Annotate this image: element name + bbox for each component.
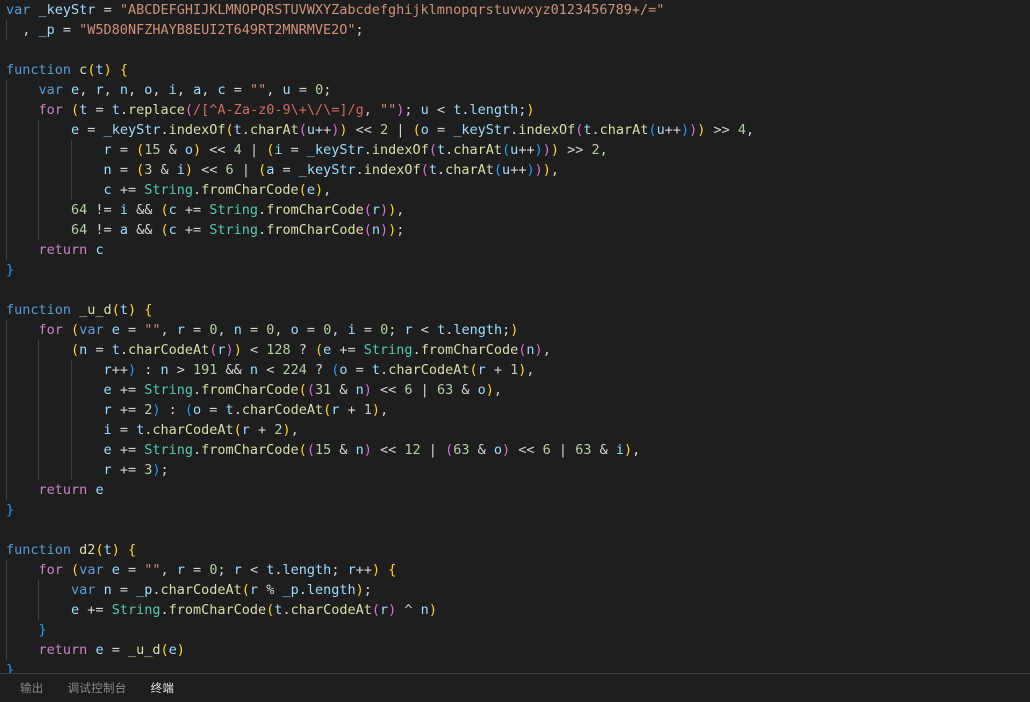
indent-guide: [38, 340, 40, 480]
indent-guide: [38, 120, 40, 240]
code-line[interactable]: for (var e = "", r = 0; r < t.length; r+…: [0, 560, 1030, 580]
code-line[interactable]: return e: [0, 480, 1030, 500]
indent-guide: [6, 560, 7, 660]
code-line[interactable]: var e, r, n, o, i, a, c = "", u = 0;: [0, 80, 1030, 100]
code-line[interactable]: }: [0, 620, 1030, 640]
code-line[interactable]: return e = _u_d(e): [0, 640, 1030, 660]
panel-tab-0[interactable]: 输出: [8, 674, 56, 702]
code-line[interactable]: , _p = "W5D80NFZHAYB8EUI2T649RT2MNRMVE2O…: [0, 20, 1030, 40]
code-editor[interactable]: var _keyStr = "ABCDEFGHIJKLMNOPQRSTUVWXY…: [0, 0, 1030, 673]
panel-tab-list: 输出 调试控制台 终端: [0, 674, 1030, 702]
code-line[interactable]: e += String.fromCharCode(t.charCodeAt(r)…: [0, 600, 1030, 620]
code-line[interactable]: [0, 520, 1030, 540]
code-line[interactable]: }: [0, 660, 1030, 673]
code-line[interactable]: c += String.fromCharCode(e),: [0, 180, 1030, 200]
code-line[interactable]: 64 != i && (c += String.fromCharCode(r))…: [0, 200, 1030, 220]
code-line[interactable]: for (var e = "", r = 0, n = 0, o = 0, i …: [0, 320, 1030, 340]
code-line[interactable]: 64 != a && (c += String.fromCharCode(n))…: [0, 220, 1030, 240]
code-line[interactable]: var _keyStr = "ABCDEFGHIJKLMNOPQRSTUVWXY…: [0, 0, 1030, 20]
indent-guide: [70, 360, 72, 480]
code-line[interactable]: function c(t) {: [0, 60, 1030, 80]
code-line[interactable]: (n = t.charCodeAt(r)) < 128 ? (e += Stri…: [0, 340, 1030, 360]
code-line[interactable]: e += String.fromCharCode((31 & n) << 6 |…: [0, 380, 1030, 400]
indent-guide: [38, 580, 40, 620]
code-line[interactable]: r += 2) : (o = t.charCodeAt(r + 1),: [0, 400, 1030, 420]
vscode-window: var _keyStr = "ABCDEFGHIJKLMNOPQRSTUVWXY…: [0, 0, 1030, 702]
code-line[interactable]: [0, 40, 1030, 60]
indent-guide: [70, 140, 72, 200]
bottom-panel: 输出 调试控制台 终端: [0, 673, 1030, 702]
indent-guide: [6, 320, 7, 500]
panel-tab-2[interactable]: 终端: [139, 674, 187, 702]
code-line[interactable]: r++) : n > 191 && n < 224 ? (o = t.charC…: [0, 360, 1030, 380]
code-line[interactable]: e += String.fromCharCode((15 & n) << 12 …: [0, 440, 1030, 460]
code-line[interactable]: function d2(t) {: [0, 540, 1030, 560]
code-line[interactable]: function _u_d(t) {: [0, 300, 1030, 320]
code-line[interactable]: return c: [0, 240, 1030, 260]
code-line[interactable]: r = (15 & o) << 4 | (i = _keyStr.indexOf…: [0, 140, 1030, 160]
code-line[interactable]: i = t.charCodeAt(r + 2),: [0, 420, 1030, 440]
code-line[interactable]: e = _keyStr.indexOf(t.charAt(u++)) << 2 …: [0, 120, 1030, 140]
code-line[interactable]: for (t = t.replace(/[^A-Za-z0-9\+\/\=]/g…: [0, 100, 1030, 120]
code-line[interactable]: n = (3 & i) << 6 | (a = _keyStr.indexOf(…: [0, 160, 1030, 180]
code-line[interactable]: }: [0, 260, 1030, 280]
code-line[interactable]: r += 3);: [0, 460, 1030, 480]
code-line[interactable]: var n = _p.charCodeAt(r % _p.length);: [0, 580, 1030, 600]
indent-guide: [6, 20, 7, 40]
panel-tab-1[interactable]: 调试控制台: [56, 674, 139, 702]
code-surface[interactable]: var _keyStr = "ABCDEFGHIJKLMNOPQRSTUVWXY…: [0, 0, 1030, 673]
code-line[interactable]: }: [0, 500, 1030, 520]
code-line[interactable]: [0, 280, 1030, 300]
indent-guide: [6, 80, 7, 260]
